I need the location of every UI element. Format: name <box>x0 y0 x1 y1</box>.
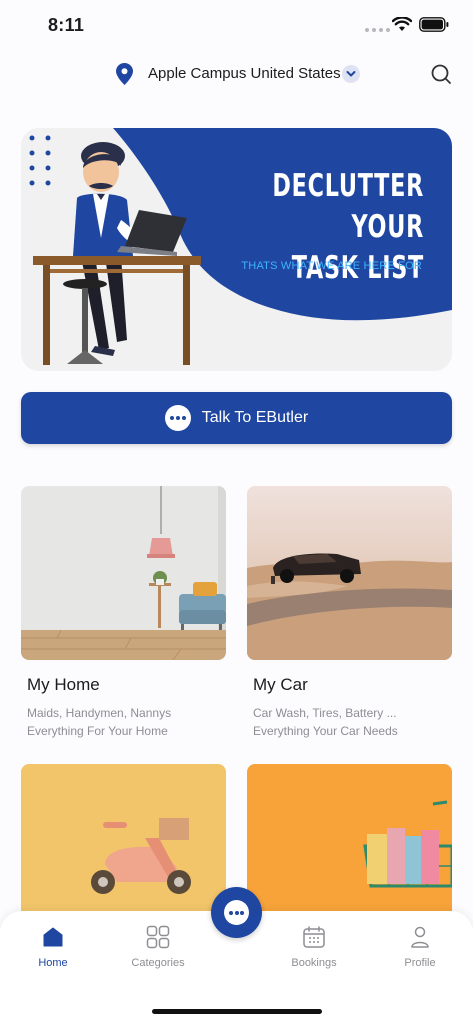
chat-fab-button[interactable] <box>211 887 262 938</box>
nav-profile[interactable]: Profile <box>380 925 460 969</box>
user-icon <box>411 926 429 948</box>
nav-bookings-label: Bookings <box>291 957 337 969</box>
card-description: Maids, Handymen, Nannys Everything For Y… <box>27 704 226 740</box>
category-card-home[interactable]: My Home Maids, Handymen, Nannys Everythi… <box>21 486 226 740</box>
car-card-image <box>247 486 452 660</box>
status-time: 8:11 <box>48 15 85 35</box>
home-icon <box>43 927 63 947</box>
chat-bubble-icon <box>164 405 191 431</box>
banner-title-line-1: DECLUTTER YOUR <box>272 168 424 245</box>
card-desc-line-1: Maids, Handymen, Nannys <box>27 706 172 720</box>
calendar-icon <box>303 926 325 948</box>
nav-profile-label: Profile <box>404 957 436 969</box>
home-indicator <box>152 1009 322 1014</box>
card-description: Car Wash, Tires, Battery ... Everything … <box>253 704 452 740</box>
promo-banner[interactable]: DECLUTTER YOUR TASK LIST THATS WHAT WE A… <box>21 128 452 371</box>
nav-categories[interactable]: Categories <box>118 925 198 969</box>
nav-home-label: Home <box>38 957 68 969</box>
talk-to-ebutler-button[interactable]: Talk To EButler <box>21 392 452 444</box>
wifi-icon <box>392 17 412 31</box>
card-title: My Home <box>27 675 100 694</box>
signal-dots-icon <box>365 28 390 32</box>
location-pin-icon <box>116 63 133 85</box>
status-bar: 8:11 <box>0 0 473 50</box>
nav-bookings[interactable]: Bookings <box>274 925 354 969</box>
search-icon[interactable] <box>430 63 452 85</box>
battery-icon <box>419 17 449 32</box>
nav-categories-label: Categories <box>131 957 185 969</box>
home-card-image <box>21 486 226 660</box>
card-desc-line-2: Everything Your Car Needs <box>253 724 398 738</box>
banner-subtitle: THATS WHAT WE ARE HERE FOR <box>241 260 422 272</box>
chat-bubble-icon <box>224 900 249 925</box>
chevron-down-icon <box>346 71 356 77</box>
nav-home[interactable]: Home <box>13 925 93 969</box>
location-bar: Apple Campus United States <box>0 56 473 92</box>
location-label[interactable]: Apple Campus United States <box>148 65 341 82</box>
category-card-car[interactable]: My Car Car Wash, Tires, Battery ... Ever… <box>247 486 452 740</box>
card-desc-line-2: Everything For Your Home <box>27 724 168 738</box>
location-dropdown-button[interactable] <box>342 65 360 83</box>
talk-button-label: Talk To EButler <box>201 409 309 426</box>
card-title: My Car <box>253 675 308 694</box>
card-desc-line-1: Car Wash, Tires, Battery ... <box>253 706 397 720</box>
grid-icon <box>146 925 170 949</box>
